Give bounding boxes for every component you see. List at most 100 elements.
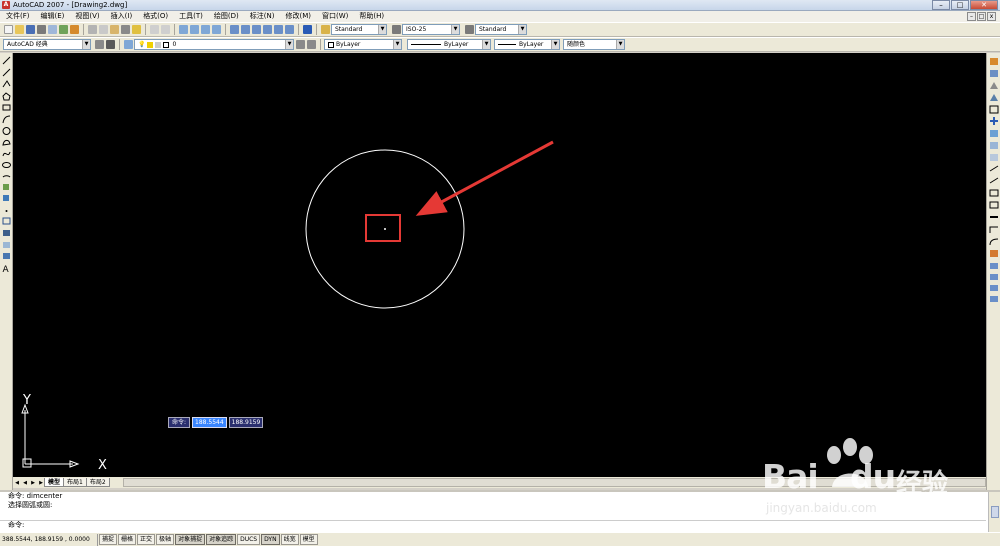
qnew-icon[interactable] bbox=[4, 25, 13, 34]
array-icon[interactable] bbox=[989, 105, 999, 114]
hatch-icon[interactable] bbox=[2, 217, 11, 225]
otrack-toggle[interactable]: 对象追踪 bbox=[206, 534, 237, 545]
rotate-icon[interactable] bbox=[990, 130, 998, 137]
line-icon[interactable] bbox=[2, 56, 11, 65]
make-block-icon[interactable] bbox=[3, 195, 9, 201]
construction-line-icon[interactable] bbox=[2, 68, 11, 77]
draworder-above-icon[interactable] bbox=[990, 285, 998, 291]
explode-icon[interactable] bbox=[990, 250, 998, 257]
stretch-icon[interactable] bbox=[990, 154, 998, 161]
erase-icon[interactable] bbox=[990, 58, 998, 65]
draworder-back-icon[interactable] bbox=[990, 274, 998, 280]
ortho-toggle[interactable]: 正交 bbox=[137, 534, 156, 545]
first-tab-icon[interactable]: ◀ bbox=[13, 479, 21, 487]
publish-icon[interactable] bbox=[59, 25, 68, 34]
menu-dimension[interactable]: 标注(N) bbox=[250, 11, 275, 22]
doc-close-button[interactable]: x bbox=[987, 12, 996, 21]
print-icon[interactable] bbox=[37, 25, 46, 34]
menu-draw[interactable]: 绘图(D) bbox=[214, 11, 239, 22]
text-style-icon[interactable] bbox=[321, 25, 330, 34]
mirror-icon[interactable] bbox=[990, 82, 998, 89]
workspace-save-icon[interactable] bbox=[106, 40, 115, 49]
polar-toggle[interactable]: 极轴 bbox=[156, 534, 175, 545]
tab-model[interactable]: 模型 bbox=[44, 478, 65, 487]
draworder-front-icon[interactable] bbox=[990, 263, 998, 269]
model-toggle[interactable]: 模型 bbox=[299, 534, 318, 545]
menu-modify[interactable]: 修改(M) bbox=[285, 11, 311, 22]
dynamic-input-x-field[interactable]: 188.5544 bbox=[192, 417, 227, 428]
match-properties-icon[interactable] bbox=[121, 25, 130, 34]
arc-icon[interactable] bbox=[2, 115, 11, 124]
insert-block-icon[interactable] bbox=[3, 184, 9, 190]
fillet-icon[interactable] bbox=[989, 238, 999, 246]
offset-icon[interactable] bbox=[990, 94, 998, 101]
ellipse-arc-icon[interactable] bbox=[2, 175, 11, 178]
break-icon[interactable] bbox=[989, 201, 999, 209]
menu-edit[interactable]: 编辑(E) bbox=[41, 11, 65, 22]
undo-icon[interactable] bbox=[150, 25, 159, 34]
block-editor-icon[interactable] bbox=[132, 25, 141, 34]
table-icon[interactable] bbox=[3, 253, 10, 259]
table-style-select[interactable]: Standard ▼ bbox=[475, 24, 527, 35]
open-icon[interactable] bbox=[15, 25, 24, 34]
zoom-realtime-icon[interactable] bbox=[190, 25, 199, 34]
chamfer-icon[interactable] bbox=[989, 226, 998, 233]
tool-palettes-icon[interactable] bbox=[252, 25, 261, 34]
copy-object-icon[interactable] bbox=[990, 70, 998, 77]
command-scrollbar[interactable] bbox=[988, 492, 1000, 532]
color-select[interactable]: ByLayer ▼ bbox=[324, 39, 402, 50]
prev-tab-icon[interactable]: ◀ bbox=[21, 479, 29, 487]
lineweight-select[interactable]: ByLayer ▼ bbox=[494, 39, 560, 50]
lineweight-toggle[interactable]: 线宽 bbox=[280, 534, 299, 545]
zoom-previous-icon[interactable] bbox=[212, 25, 221, 34]
polyline-icon[interactable] bbox=[2, 80, 11, 88]
point-icon[interactable] bbox=[5, 210, 8, 212]
osnap-toggle[interactable]: 对象捕捉 bbox=[175, 534, 206, 545]
print-preview-icon[interactable] bbox=[48, 25, 57, 34]
text-style-select[interactable]: Standard ▼ bbox=[331, 24, 387, 35]
drawing-canvas[interactable]: Y X 命令: 188.5544 188.9159 bbox=[13, 53, 986, 477]
layer-select[interactable]: 💡 0 ▼ bbox=[134, 39, 294, 50]
redo-icon[interactable] bbox=[161, 25, 170, 34]
ducs-toggle[interactable]: DUCS bbox=[237, 534, 261, 545]
help-icon[interactable] bbox=[303, 25, 312, 34]
grid-toggle[interactable]: 栅格 bbox=[118, 534, 137, 545]
region-icon[interactable] bbox=[3, 242, 10, 248]
zoom-window-icon[interactable] bbox=[201, 25, 210, 34]
tab-layout1[interactable]: 布局1 bbox=[63, 478, 87, 487]
table-style-icon[interactable] bbox=[465, 25, 474, 34]
menu-format[interactable]: 格式(O) bbox=[143, 11, 168, 22]
make-current-layer-icon[interactable] bbox=[296, 40, 305, 49]
calculator-icon[interactable] bbox=[285, 25, 294, 34]
dynamic-input-y-field[interactable]: 188.9159 bbox=[228, 417, 264, 428]
plot-style-select[interactable]: 随颜色 ▼ bbox=[563, 39, 625, 50]
layer-manager-icon[interactable] bbox=[124, 40, 133, 49]
layer-previous-icon[interactable] bbox=[307, 40, 316, 49]
paste-icon[interactable] bbox=[110, 25, 119, 34]
horizontal-scrollbar[interactable] bbox=[123, 478, 986, 487]
extend-icon[interactable] bbox=[989, 177, 999, 184]
copy-icon[interactable] bbox=[99, 25, 108, 34]
properties-icon[interactable] bbox=[230, 25, 239, 34]
rectangle-icon[interactable] bbox=[2, 104, 11, 111]
multiline-text-icon[interactable]: A bbox=[3, 265, 10, 275]
center-mark[interactable] bbox=[384, 228, 386, 230]
gradient-icon[interactable] bbox=[3, 230, 10, 236]
scroll-thumb[interactable] bbox=[991, 506, 999, 518]
ellipse-icon[interactable] bbox=[2, 162, 11, 168]
menu-help[interactable]: 帮助(H) bbox=[359, 11, 384, 22]
dyn-toggle[interactable]: DYN bbox=[261, 534, 280, 545]
circle-icon[interactable] bbox=[2, 127, 11, 135]
revision-cloud-icon[interactable] bbox=[2, 139, 11, 146]
menu-window[interactable]: 窗口(W) bbox=[322, 11, 348, 22]
next-tab-icon[interactable]: ▶ bbox=[29, 479, 37, 487]
scale-icon[interactable] bbox=[990, 142, 998, 149]
etransmit-icon[interactable] bbox=[70, 25, 79, 34]
workspace-select[interactable]: AutoCAD 经典 ▼ bbox=[3, 39, 91, 50]
menu-file[interactable]: 文件(F) bbox=[6, 11, 30, 22]
design-center-icon[interactable] bbox=[241, 25, 250, 34]
pan-icon[interactable] bbox=[179, 25, 188, 34]
trim-icon[interactable] bbox=[989, 165, 999, 172]
tab-layout2[interactable]: 布局2 bbox=[85, 478, 110, 487]
menu-insert[interactable]: 插入(I) bbox=[111, 11, 133, 22]
